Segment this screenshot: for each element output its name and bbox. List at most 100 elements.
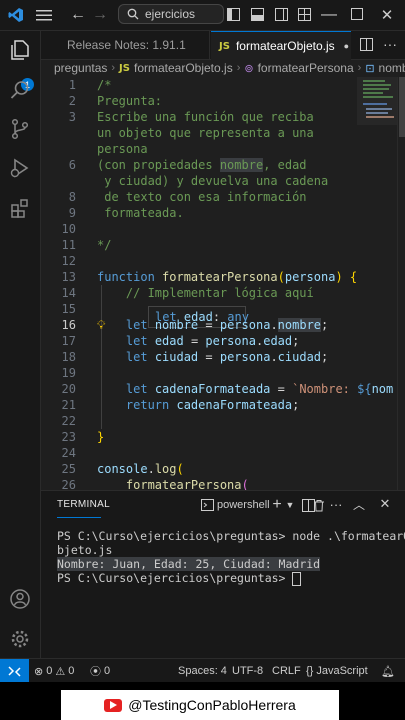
- breadcrumb-function[interactable]: formatearPersona: [258, 61, 354, 75]
- settings-gear-icon[interactable]: [8, 627, 32, 651]
- code-token: persona: [284, 270, 336, 284]
- code-token: formateada.: [97, 206, 184, 220]
- source-control-icon[interactable]: [8, 117, 32, 141]
- code-line[interactable]: 1 /*: [41, 77, 405, 93]
- eol-indicator[interactable]: CRLF: [272, 659, 301, 682]
- code-line[interactable]: 2 Pregunta:: [41, 93, 405, 109]
- warning-count: 0: [68, 665, 75, 677]
- toggle-panel-icon[interactable]: [250, 7, 264, 21]
- trash-icon[interactable]: [312, 498, 326, 512]
- code-token: .: [270, 318, 278, 332]
- more-actions-icon[interactable]: ···: [381, 36, 399, 52]
- forward-icon[interactable]: →: [92, 6, 108, 24]
- code-line[interactable]: 19: [41, 365, 405, 381]
- menu-icon[interactable]: [34, 6, 54, 24]
- problems-indicator[interactable]: ⊗ 0 ⚠ 0: [34, 659, 74, 682]
- code-text: return cadenaFormateada;: [97, 397, 299, 413]
- line-number: 22: [61, 414, 76, 428]
- code-text: */: [97, 237, 111, 253]
- code-line[interactable]: persona: [41, 141, 405, 157]
- close-panel-icon[interactable]: ✕: [378, 496, 392, 512]
- code-line[interactable]: y ciudad) y devuelva una cadena: [41, 173, 405, 189]
- line-number: 19: [61, 366, 76, 380]
- remote-indicator-icon[interactable]: [0, 659, 29, 682]
- code-line[interactable]: 20 let cadenaFormateada = `Nombre: ${nom: [41, 381, 405, 397]
- chevron-down-icon[interactable]: ▼: [285, 497, 295, 513]
- code-token: un objeto que representa a una: [97, 126, 314, 140]
- toggle-secondary-sidebar-icon[interactable]: [274, 7, 288, 21]
- language-indicator[interactable]: {} JavaScript: [306, 659, 368, 682]
- code-line[interactable]: 22: [41, 413, 405, 429]
- notifications-bell-icon[interactable]: 🔔︎: [381, 659, 395, 682]
- customize-layout-icon[interactable]: [297, 7, 311, 21]
- terminal-output[interactable]: PS C:\Curso\ejercicios\preguntas> node .…: [57, 529, 405, 586]
- code-line[interactable]: 26 formatearPersona(: [41, 477, 405, 490]
- ports-indicator[interactable]: ⦿ 0: [90, 659, 110, 682]
- code-line[interactable]: 9 formateada.: [41, 205, 405, 221]
- code-line[interactable]: 13 function formatearPersona(persona) {: [41, 269, 405, 285]
- vscode-window: ← → ejercicios — ✕ 1 Release Notes: 1.91…: [0, 0, 405, 682]
- terminal-shell-name[interactable]: powershell: [217, 499, 270, 511]
- code-line[interactable]: 21 return cadenaFormateada;: [41, 397, 405, 413]
- code-text: console.log(: [97, 461, 184, 477]
- minimize-icon[interactable]: —: [320, 6, 338, 24]
- code-line[interactable]: 16 let nombre = persona.nombre; 💡︎: [41, 317, 405, 333]
- code-token: (con propiedades: [97, 158, 220, 172]
- close-window-icon[interactable]: ✕: [378, 6, 396, 24]
- new-terminal-icon[interactable]: +: [269, 496, 285, 514]
- code-token: Pregunta:: [97, 94, 163, 108]
- code-text: function formatearPersona(persona) {: [97, 269, 357, 285]
- maximize-icon[interactable]: [350, 7, 364, 21]
- search-icon: [127, 8, 139, 20]
- code-line[interactable]: 10: [41, 221, 405, 237]
- error-count: 0: [46, 665, 53, 677]
- code-token: Escribe una función que reciba: [97, 110, 314, 124]
- account-icon[interactable]: [8, 587, 32, 611]
- code-text: let ciudad = persona.ciudad;: [97, 349, 328, 365]
- command-center-search[interactable]: ejercicios: [118, 4, 224, 24]
- tab-terminal[interactable]: TERMINAL: [57, 499, 110, 510]
- code-line[interactable]: 14 // Implementar lógica aquí: [41, 285, 405, 301]
- run-debug-icon[interactable]: [8, 156, 32, 180]
- code-line[interactable]: 6 (con propiedades nombre, edad: [41, 157, 405, 173]
- code-line[interactable]: 11 */: [41, 237, 405, 253]
- back-icon[interactable]: ←: [70, 6, 86, 24]
- explorer-icon[interactable]: [8, 38, 32, 62]
- code-line[interactable]: 17 let edad = persona.edad;: [41, 333, 405, 349]
- line-number: 17: [61, 334, 76, 348]
- encoding-indicator[interactable]: UTF-8: [232, 659, 263, 682]
- line-number: 23: [61, 430, 76, 444]
- unsaved-dot-icon[interactable]: ●: [344, 41, 349, 51]
- code-line[interactable]: 24: [41, 445, 405, 461]
- chevron-up-icon[interactable]: ︿: [352, 496, 366, 512]
- code-token: (: [277, 270, 285, 284]
- tab-release-notes[interactable]: Release Notes: 1.91.1: [41, 31, 210, 59]
- code-token: (: [241, 478, 249, 490]
- code-line[interactable]: 12: [41, 253, 405, 269]
- code-token: ;: [321, 350, 329, 364]
- indentation-indicator[interactable]: Spaces: 4: [178, 659, 227, 682]
- channel-watermark: @TestingConPabloHerrera: [61, 690, 339, 720]
- code-editor[interactable]: let edad : any 1/* 2 Pregunta: 3 Escribe una…: [41, 77, 405, 490]
- tab-release-notes-label: Release Notes: 1.91.1: [67, 38, 186, 52]
- breadcrumb-folder[interactable]: preguntas: [54, 61, 107, 75]
- code-line[interactable]: 18 let ciudad = persona.ciudad;: [41, 349, 405, 365]
- code-line[interactable]: 8 de texto con esa información: [41, 189, 405, 205]
- terminal-line-text: PS C:\Curso\ejercicios\preguntas> node .…: [57, 529, 405, 543]
- split-editor-icon[interactable]: [359, 37, 373, 51]
- code-line[interactable]: 23}: [41, 429, 405, 445]
- search-view-icon[interactable]: [8, 78, 32, 102]
- more-actions-icon[interactable]: ···: [328, 496, 344, 512]
- breadcrumb-file[interactable]: formatearObjeto.js: [134, 61, 233, 75]
- code-line[interactable]: 3 Escribe una función que reciba: [41, 109, 405, 125]
- toggle-sidebar-icon[interactable]: [226, 7, 240, 21]
- tab-formatear-objeto[interactable]: JS formatearObjeto.js ●: [211, 31, 351, 60]
- breadcrumb-variable[interactable]: nombre: [379, 61, 405, 75]
- language-label: JavaScript: [316, 665, 368, 677]
- lightbulb-icon[interactable]: 💡︎: [97, 317, 105, 333]
- code-line[interactable]: un objeto que representa a una: [41, 125, 405, 141]
- code-line[interactable]: 15: [41, 301, 405, 317]
- code-line[interactable]: 25 console.log(: [41, 461, 405, 477]
- extensions-icon[interactable]: [8, 196, 32, 220]
